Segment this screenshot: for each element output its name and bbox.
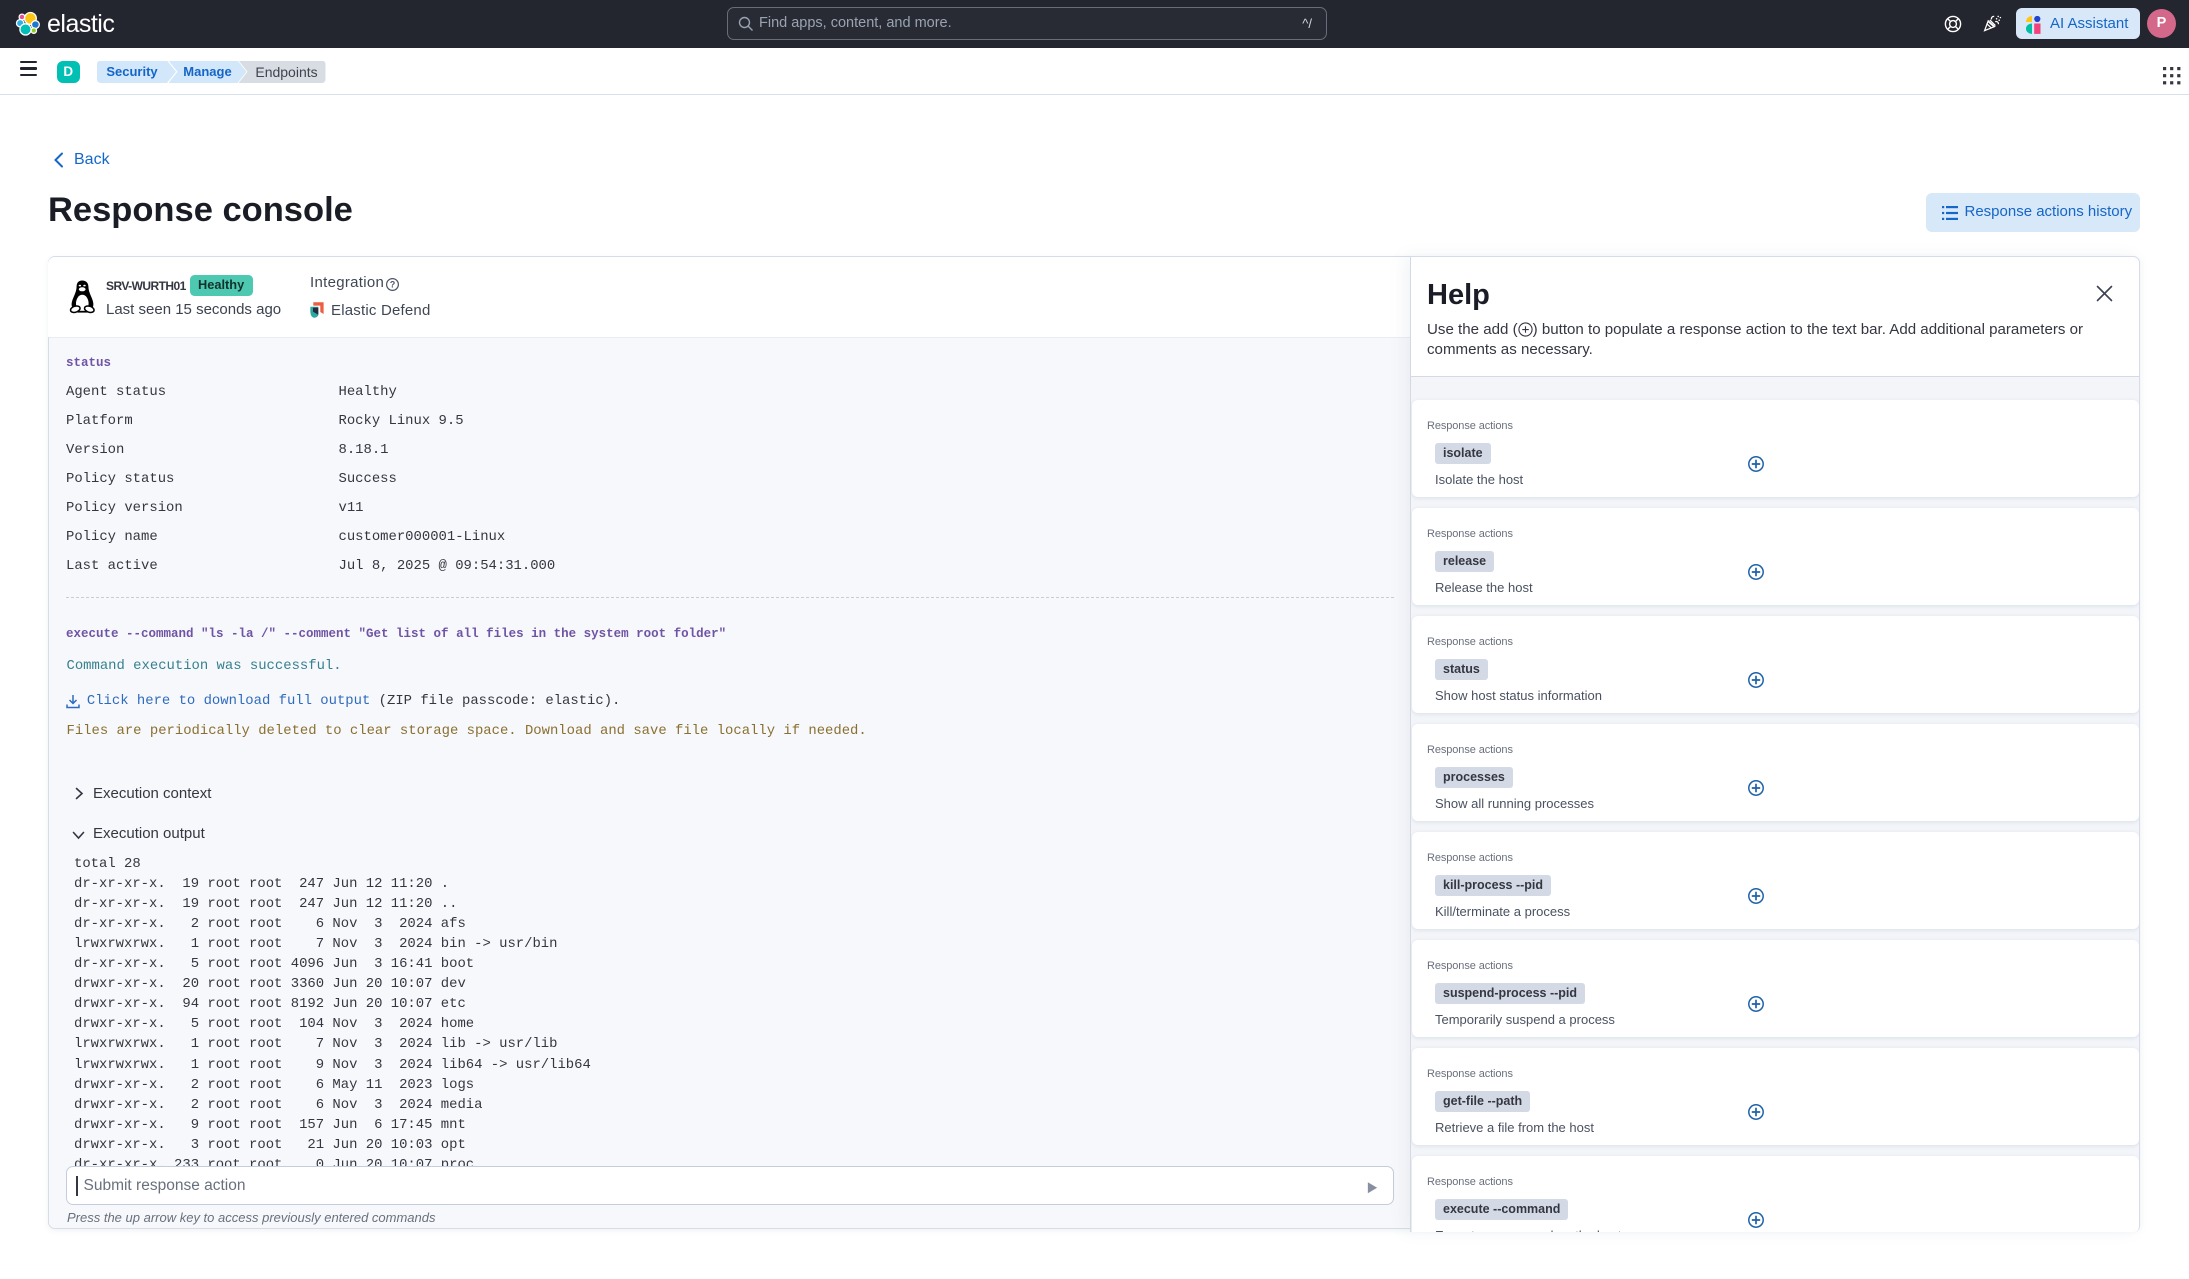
svg-text:?: ? [390, 279, 395, 289]
